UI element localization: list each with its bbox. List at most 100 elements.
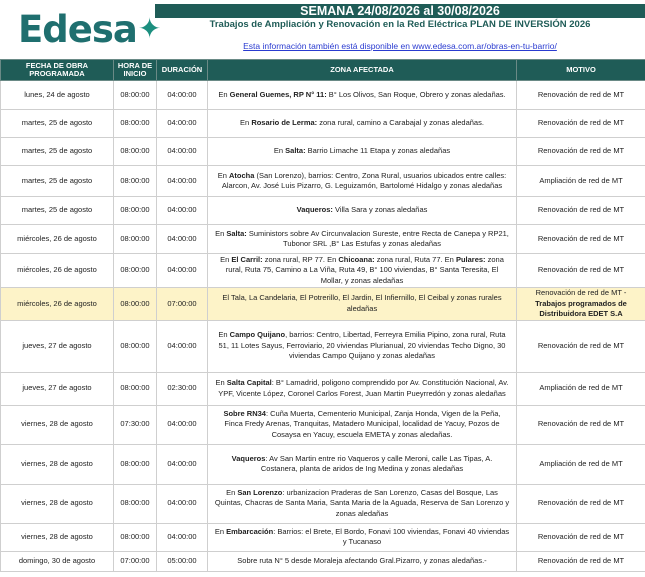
zona-text: En	[218, 89, 230, 99]
duracion-text: 04:00:00	[167, 205, 197, 215]
table-row: jueves, 27 de agosto 08:00:00 02:30:00 En S…	[0, 371, 645, 406]
table-row: martes, 25 de agosto 08:00:00 04:00:00 Vaqu…	[0, 196, 645, 225]
fecha-cell: martes, 25 de agosto	[0, 196, 114, 225]
page-header: Edesa✦ SEMANA 24/08/2026 al 30/08/2026 T…	[0, 0, 645, 56]
fecha-cell: jueves, 27 de agosto	[0, 319, 114, 373]
info-link[interactable]: Esta información también está disponible…	[155, 41, 645, 51]
motivo-text: Renovación de red de MT	[537, 265, 625, 275]
motivo-text: Renovación de red de MT	[537, 419, 625, 429]
hora-text: 07:00:00	[120, 555, 150, 565]
table-row: miércoles, 26 de agosto 08:00:00 07:00:00 E…	[0, 287, 645, 321]
zona-text: En	[226, 487, 238, 497]
motivo-cell: Renovación de red de MT	[516, 550, 645, 572]
motivo-cell: Renovación de red de MT	[516, 522, 645, 552]
hora-text: 08:00:00	[120, 458, 150, 468]
zona-place: Vaqueros	[231, 453, 266, 463]
duracion-cell: 04:00:00	[156, 443, 208, 485]
motivo-text: Renovación de red de MT	[537, 89, 625, 99]
motivo-cell: Renovación de red de MT	[516, 483, 645, 524]
fecha-text: miércoles, 26 de agosto	[17, 298, 97, 308]
hora-text: 08:00:00	[120, 146, 150, 156]
table-row: viernes, 28 de agosto 08:00:00 04:00:00 En …	[0, 522, 645, 552]
motivo-text: Renovación de red de MT	[537, 531, 625, 541]
zona-place: Salta:	[285, 146, 306, 156]
zona-cell: En Rosario de Lerma: zona rural, camino …	[207, 109, 517, 138]
motivo-cell: Renovación de red de MT	[516, 80, 645, 110]
fecha-cell: domingo, 30 de agosto	[0, 550, 114, 572]
motivo-text: Renovación de red de MT -	[535, 288, 627, 297]
zona-text: (San Lorenzo), barrios: Centro, Zona Rur…	[221, 170, 507, 191]
duracion-text: 05:00:00	[167, 555, 197, 565]
zona-place: San Lorenzo	[237, 487, 283, 497]
hora-cell: 08:00:00	[113, 137, 157, 166]
fecha-cell: viernes, 28 de agosto	[0, 522, 114, 552]
zona-text: : Barrios: el Brete, El Bordo, Fonavi 10…	[273, 526, 510, 547]
motivo-text: Ampliación de red de MT	[539, 383, 623, 393]
zona-text: El Tala, La Candelaria, El Potrerillo, E…	[222, 293, 502, 313]
duracion-text: 07:00:00	[167, 298, 197, 308]
zona-text: En	[218, 330, 230, 340]
hora-text: 08:00:00	[120, 383, 150, 393]
zona-place: Campo Quijano	[229, 330, 286, 340]
col-duracion: DURACIÓN	[156, 59, 208, 81]
duracion-cell: 04:00:00	[156, 319, 208, 373]
fecha-text: lunes, 24 de agosto	[24, 89, 90, 99]
hora-cell: 08:00:00	[113, 443, 157, 485]
duracion-cell: 04:00:00	[156, 137, 208, 166]
fecha-cell: martes, 25 de agosto	[0, 109, 114, 138]
fecha-text: viernes, 28 de agosto	[21, 498, 93, 508]
hora-text: 08:00:00	[120, 531, 150, 541]
zona-text: zona rural, camino a Carabajal y zonas a…	[317, 118, 484, 128]
zona-text: En	[273, 146, 286, 156]
hora-text: 08:00:00	[120, 265, 150, 275]
col-fecha: FECHA DE OBRA PROGRAMADA	[0, 59, 114, 81]
fecha-text: martes, 25 de agosto	[21, 146, 93, 156]
edesa-logo: Edesa✦	[18, 8, 161, 51]
fecha-text: viernes, 28 de agosto	[21, 419, 93, 429]
hora-cell: 08:00:00	[113, 109, 157, 138]
duracion-cell: 04:00:00	[156, 224, 208, 254]
duracion-cell: 04:00:00	[156, 196, 208, 225]
zona-cell: El Tala, La Candelaria, El Potrerillo, E…	[207, 287, 517, 321]
table-row: martes, 25 de agosto 08:00:00 04:00:00 En A…	[0, 165, 645, 197]
duracion-cell: 07:00:00	[156, 287, 208, 321]
table-row: viernes, 28 de agosto 07:30:00 04:00:00 Sob…	[0, 404, 645, 445]
motivo-cell: Renovación de red de MT	[516, 319, 645, 373]
zona-place: Vaqueros:	[296, 205, 333, 215]
col-motivo: MOTIVO	[516, 59, 645, 81]
zona-cell: Sobre RN34: Cuña Muerta, Cementerio Muni…	[207, 404, 517, 445]
zona-cell: En Salta Capital: B° Lamadrid, poligono …	[207, 371, 517, 406]
motivo-text: Renovación de red de MT	[537, 205, 625, 215]
zona-cell: En Atocha (San Lorenzo), barrios: Centro…	[207, 165, 517, 197]
duracion-text: 02:30:00	[167, 383, 197, 393]
zona-place: Atocha	[229, 170, 255, 180]
hora-cell: 08:00:00	[113, 371, 157, 406]
hora-cell: 07:00:00	[113, 550, 157, 572]
hora-cell: 08:00:00	[113, 80, 157, 110]
duracion-text: 04:00:00	[167, 89, 197, 99]
hora-cell: 08:00:00	[113, 253, 157, 288]
hora-text: 08:00:00	[120, 340, 150, 350]
fecha-text: viernes, 28 de agosto	[21, 531, 93, 541]
duracion-cell: 04:00:00	[156, 80, 208, 110]
motivo-cell: Renovación de red de MT	[516, 404, 645, 445]
zona-text: En	[240, 118, 252, 128]
duracion-cell: 04:00:00	[156, 404, 208, 445]
zona-text: zona rural, Ruta 77. En	[374, 254, 456, 264]
zona-text: Suministors sobre Av Circunvalacion Sure…	[246, 228, 509, 249]
motivo-text: Renovación de red de MT	[537, 555, 625, 565]
table-row: martes, 25 de agosto 08:00:00 04:00:00 En S…	[0, 137, 645, 166]
motivo-text: Renovación de red de MT	[537, 146, 625, 156]
hora-text: 07:30:00	[120, 419, 150, 429]
fecha-text: miércoles, 26 de agosto	[17, 265, 97, 275]
hora-cell: 08:00:00	[113, 483, 157, 524]
zona-text: B° Los Olivos, San Roque, Obrero y zonas…	[326, 89, 506, 99]
hora-text: 08:00:00	[120, 118, 150, 128]
schedule-subtitle: Trabajos de Ampliación y Renovación en l…	[209, 19, 591, 30]
hora-cell: 08:00:00	[113, 522, 157, 552]
fecha-text: viernes, 28 de agosto	[21, 458, 93, 468]
motivo-text: Renovación de red de MT	[537, 498, 625, 508]
fecha-text: martes, 25 de agosto	[21, 118, 93, 128]
motivo-text: Renovación de red de MT	[537, 340, 625, 350]
zona-cell: En Embarcación: Barrios: el Brete, El Bo…	[207, 522, 517, 552]
